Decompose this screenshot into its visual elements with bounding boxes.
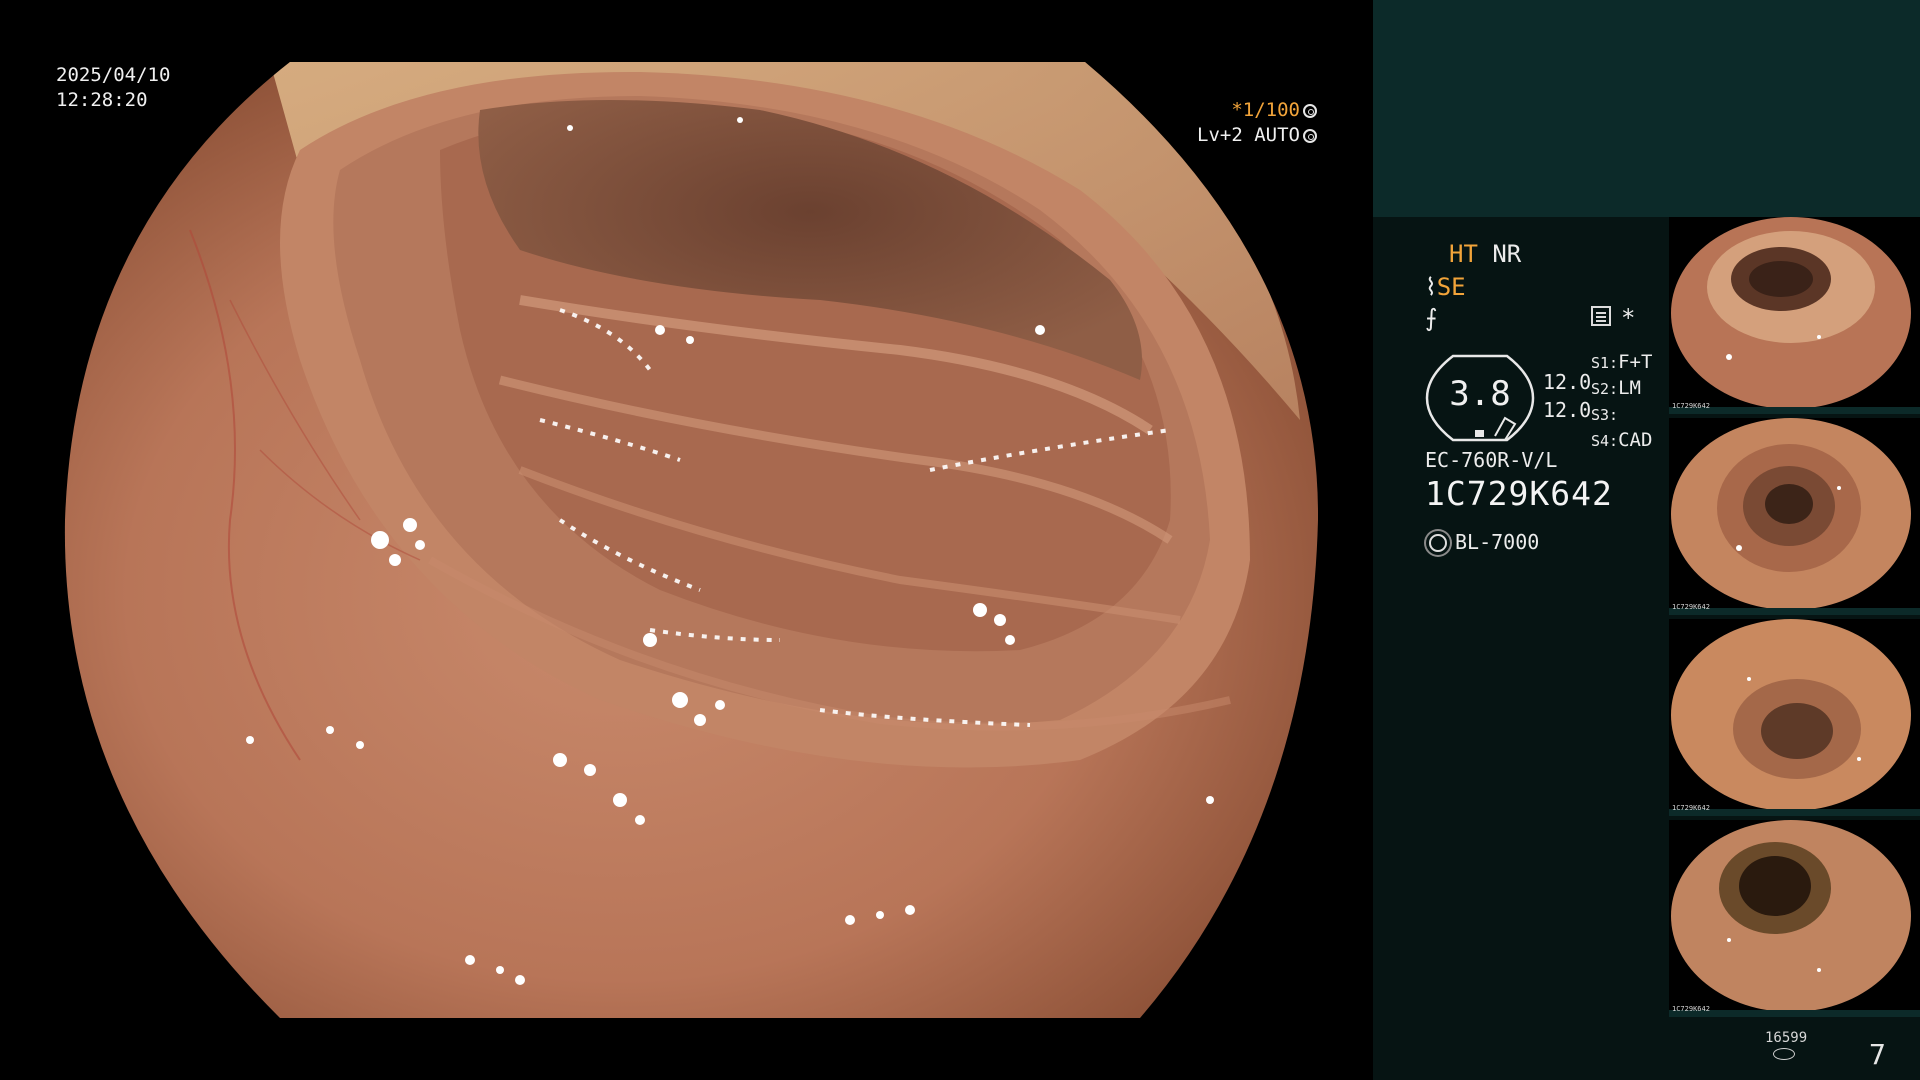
storage-count: 16599 xyxy=(1765,1030,1808,1046)
frame-label: 1C729K642 xyxy=(1672,804,1710,812)
switch-settings: S1:F+T S2:LM S3: S4:CAD xyxy=(1591,350,1652,454)
switch-s1: S1:F+T xyxy=(1591,351,1653,373)
settings-icon xyxy=(1591,306,1611,326)
page-number: 7 xyxy=(1869,1038,1886,1071)
brightness-level: Lv+2 AUTO xyxy=(1197,124,1300,146)
scope-model: EC-760R-V/L xyxy=(1425,448,1558,472)
captured-frame[interactable]: 1C729K642 xyxy=(1669,217,1920,418)
switch-s3: S3: xyxy=(1591,406,1619,424)
light-source-label: BL-7000 xyxy=(1455,530,1540,554)
shutter-speed: *1/100 xyxy=(1231,99,1300,121)
captured-frame[interactable]: 1C729K642 xyxy=(1669,418,1920,619)
switch-s2: S2:LM xyxy=(1591,377,1641,399)
frame-label: 1C729K642 xyxy=(1672,1005,1710,1013)
frame-image xyxy=(1671,418,1911,610)
gauge-value: 3.8 xyxy=(1449,374,1511,414)
status-panel: HT NR ⌇SE ⨍ * 3.8 12.0 12.0 S1:F+T S2:LM… xyxy=(1373,0,1920,1080)
captured-frames: 1C729K642 1C729K642 1C729K642 1C729K642 xyxy=(1669,217,1920,1021)
light-source-icon xyxy=(1429,534,1447,552)
frame-image xyxy=(1671,619,1911,811)
switch-s4: S4:CAD xyxy=(1591,429,1653,451)
shutter-icon xyxy=(1303,104,1317,118)
frame-image xyxy=(1671,217,1911,409)
asterisk-marker: * xyxy=(1621,304,1636,332)
se-label: SE xyxy=(1436,273,1466,301)
frame-label: 1C729K642 xyxy=(1672,402,1710,410)
storage-icon xyxy=(1773,1048,1795,1060)
frame-image xyxy=(1671,820,1911,1012)
ht-label: HT xyxy=(1449,240,1478,268)
scope-serial: 1C729K642 xyxy=(1425,474,1613,513)
frame-label: 1C729K642 xyxy=(1672,603,1710,611)
endoscope-live-image xyxy=(64,62,1319,1018)
date-label: 2025/04/10 xyxy=(56,64,171,86)
panel-header xyxy=(1373,0,1920,217)
se-mode-icon: ⌇ xyxy=(1425,273,1437,301)
gauge-readings: 12.0 12.0 xyxy=(1543,368,1591,424)
nr-label: NR xyxy=(1492,240,1522,268)
timestamp: 2025/04/10 12:28:20 xyxy=(56,63,170,113)
enhancement-row: HT NR xyxy=(1449,240,1521,268)
structure-enhancement-row: ⌇SE xyxy=(1425,273,1466,301)
reading-2: 12.0 xyxy=(1543,398,1592,422)
exposure-readout: *1/100 Lv+2 AUTO xyxy=(1197,98,1317,148)
light-source: BL-7000 xyxy=(1425,530,1539,554)
reading-1: 12.0 xyxy=(1543,370,1592,394)
endoscope-main-view: 2025/04/10 12:28:20 *1/100 Lv+2 AUTO xyxy=(0,0,1373,1080)
captured-frame[interactable]: 1C729K642 xyxy=(1669,820,1920,1021)
auto-iris-icon xyxy=(1303,129,1317,143)
captured-frame[interactable]: 1C729K642 xyxy=(1669,619,1920,820)
color-mode-icon: ⨍ xyxy=(1425,304,1438,332)
time-label: 12:28:20 xyxy=(56,89,148,111)
